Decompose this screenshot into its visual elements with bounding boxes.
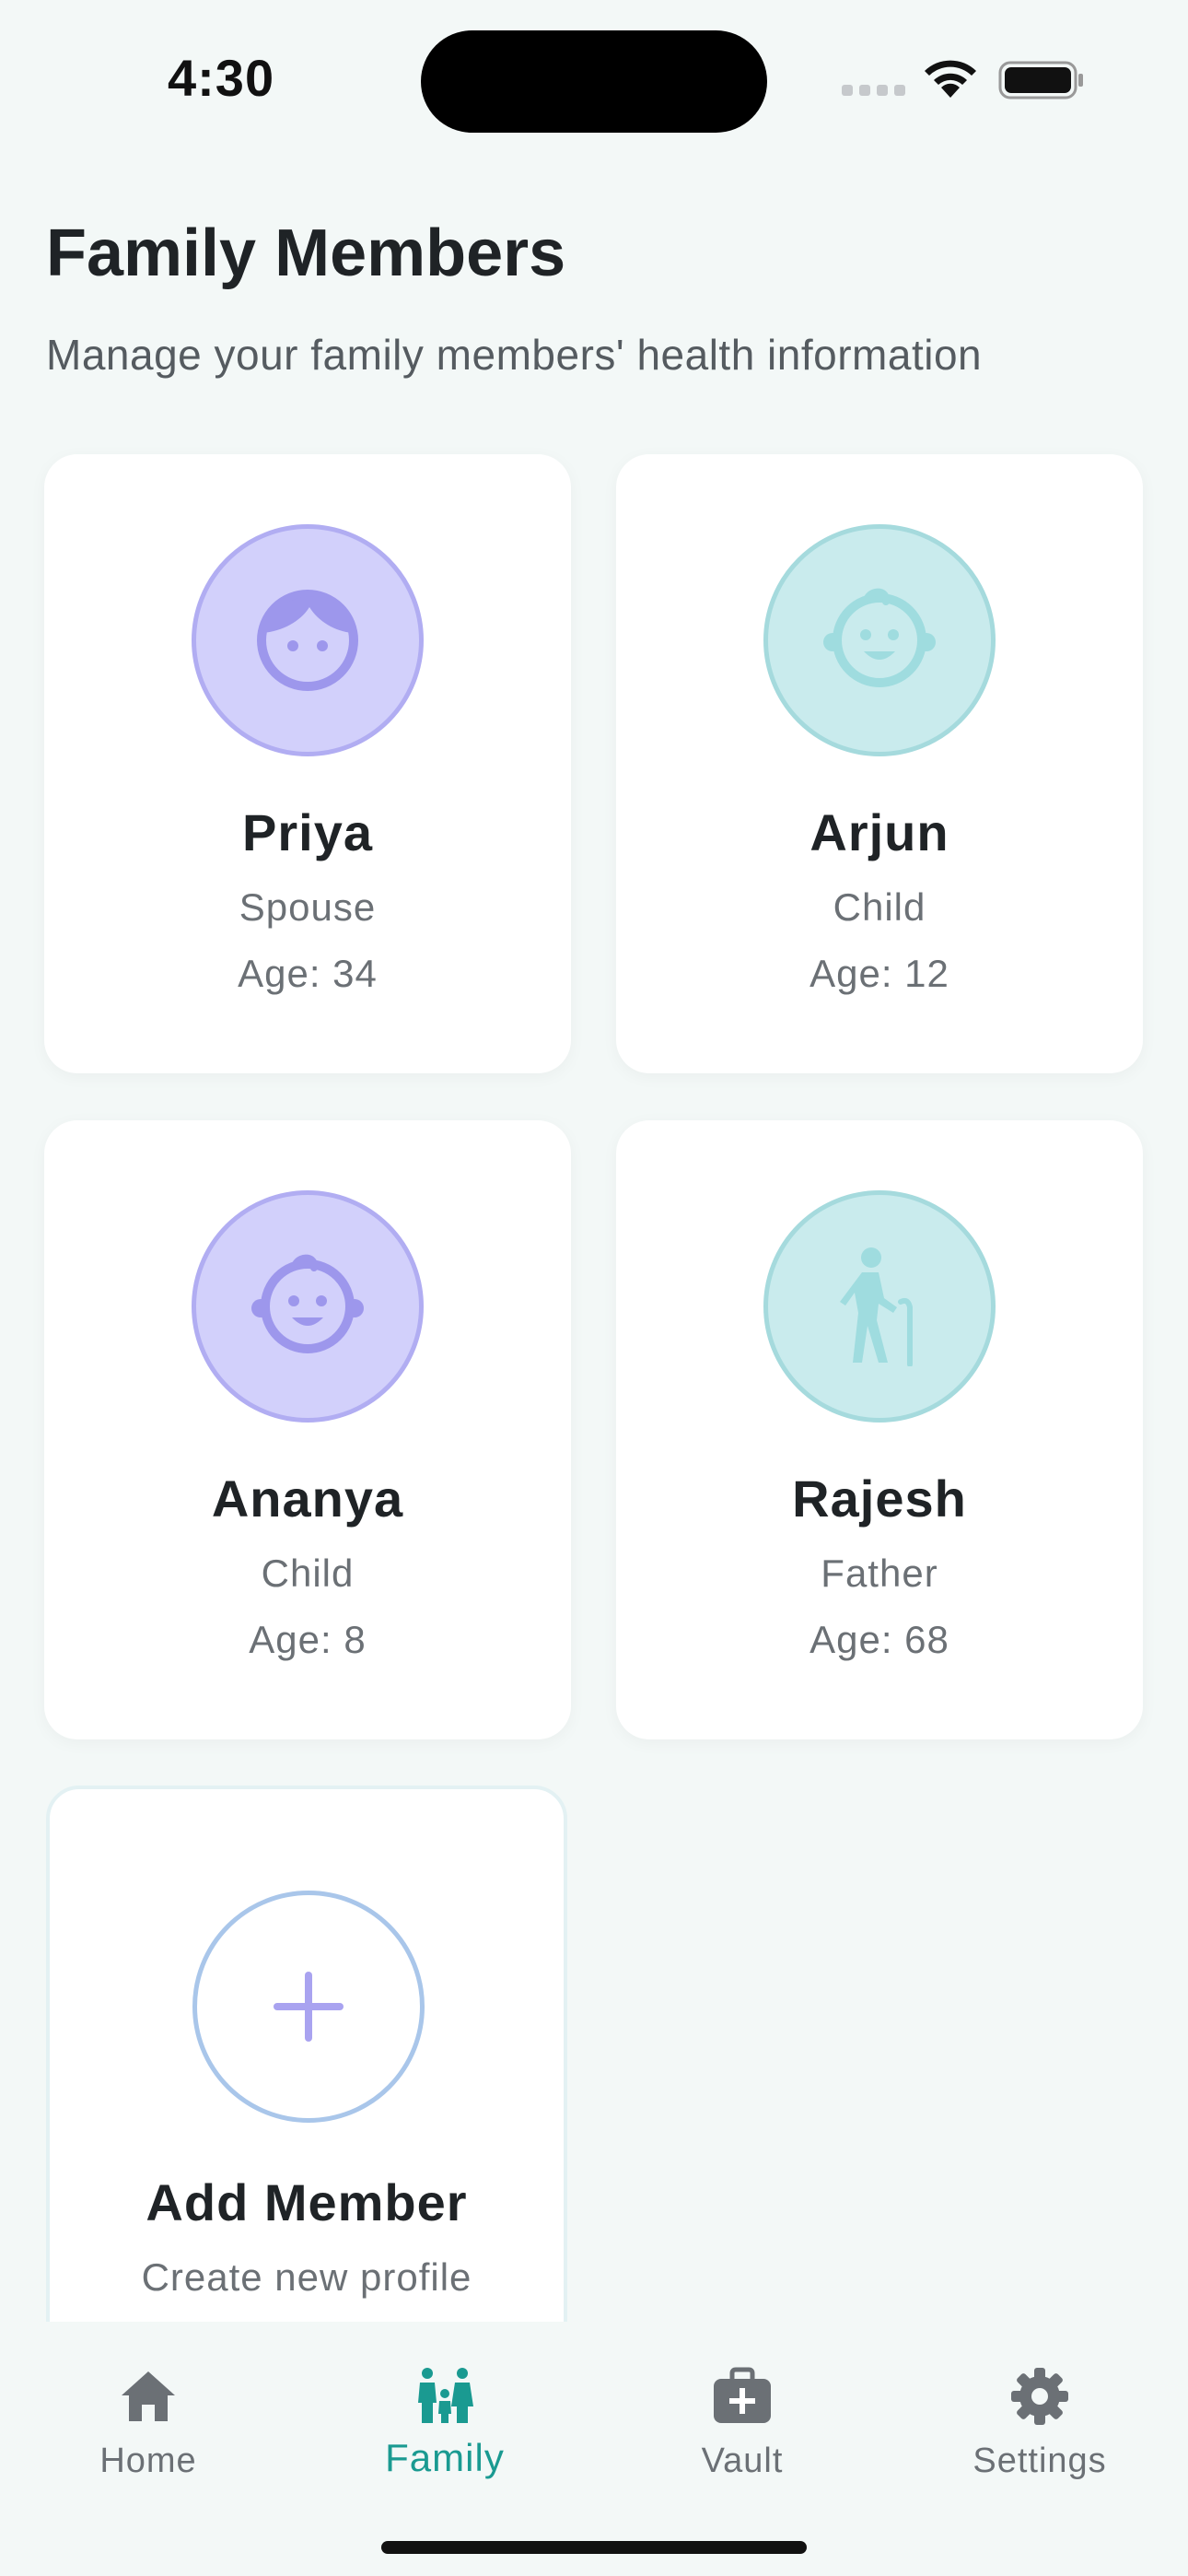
member-name: Ananya xyxy=(211,1469,404,1528)
status-bar: 4:30 xyxy=(0,0,1188,157)
member-relation: Child xyxy=(833,885,926,929)
tab-home[interactable]: Home xyxy=(0,2344,297,2491)
member-name: Arjun xyxy=(809,803,949,861)
add-member-card[interactable]: Add Member Create new profile xyxy=(46,1786,567,2375)
family-icon xyxy=(418,2368,473,2423)
elderly-person-icon xyxy=(840,1247,913,1366)
member-age: Age: 68 xyxy=(809,1618,949,1661)
member-avatar xyxy=(763,1190,996,1423)
member-avatar xyxy=(192,1190,424,1423)
tab-settings[interactable]: Settings xyxy=(891,2344,1188,2491)
member-relation: Child xyxy=(261,1551,355,1595)
add-member-circle xyxy=(192,1891,425,2123)
tab-family[interactable]: Family xyxy=(297,2344,593,2491)
tab-label: Vault xyxy=(701,2441,784,2480)
page-title: Family Members xyxy=(46,217,566,290)
member-age: Age: 34 xyxy=(238,952,378,995)
member-relation: Spouse xyxy=(239,885,377,929)
add-member-title: Add Member xyxy=(146,2173,468,2231)
gear-icon xyxy=(1011,2368,1068,2425)
tab-label: Home xyxy=(99,2441,197,2480)
child-face-icon xyxy=(251,1254,364,1353)
cellular-signal-icon xyxy=(842,85,905,96)
page-subtitle: Manage your family members' health infor… xyxy=(46,331,983,379)
tab-label: Family xyxy=(385,2436,505,2479)
bottom-tab-bar: Home Family Vault Settings xyxy=(0,2322,1188,2576)
member-name: Rajesh xyxy=(792,1469,967,1528)
medical-bag-icon xyxy=(714,2367,771,2423)
member-card-arjun[interactable]: Arjun Child Age: 12 xyxy=(616,454,1143,1073)
member-avatar xyxy=(763,524,996,756)
child-face-icon xyxy=(823,588,936,687)
tab-vault[interactable]: Vault xyxy=(594,2344,891,2491)
member-relation: Father xyxy=(821,1551,938,1595)
home-indicator[interactable] xyxy=(381,2541,807,2554)
wifi-icon xyxy=(925,60,976,98)
home-icon xyxy=(122,2371,175,2421)
woman-face-icon xyxy=(257,590,358,691)
member-age: Age: 12 xyxy=(809,952,949,995)
dynamic-island xyxy=(421,30,767,133)
member-card-ananya[interactable]: Ananya Child Age: 8 xyxy=(44,1120,571,1739)
tab-label: Settings xyxy=(973,2441,1107,2480)
plus-icon xyxy=(274,1972,344,2042)
add-member-subtitle: Create new profile xyxy=(141,2255,472,2299)
member-avatar xyxy=(192,524,424,756)
member-card-priya[interactable]: Priya Spouse Age: 34 xyxy=(44,454,571,1073)
member-card-rajesh[interactable]: Rajesh Father Age: 68 xyxy=(616,1120,1143,1739)
status-time: 4:30 xyxy=(168,49,275,107)
member-name: Priya xyxy=(242,803,373,861)
member-age: Age: 8 xyxy=(249,1618,367,1661)
battery-icon xyxy=(998,61,1083,100)
